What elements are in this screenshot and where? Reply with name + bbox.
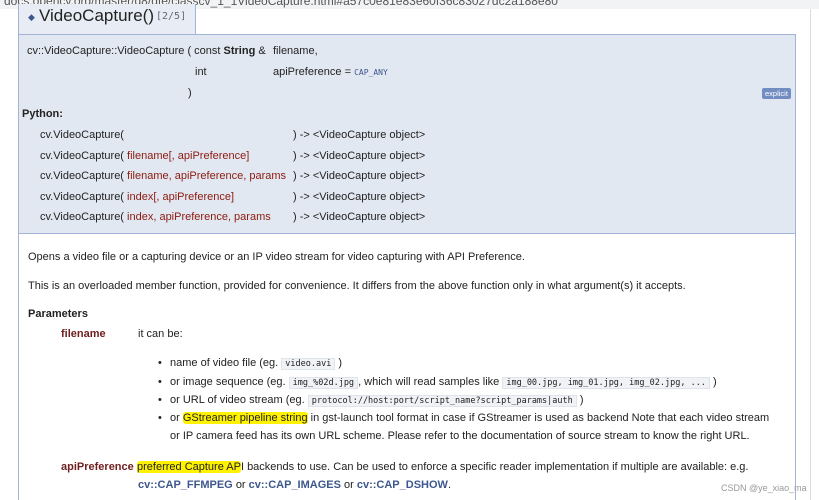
backend-examples: cv::CAP_FFMPEG or cv::CAP_IMAGES or cv::…: [138, 479, 451, 491]
close-paren: ): [188, 87, 192, 99]
bullet-icon: •: [158, 376, 162, 388]
param-name-apipreference: apiPreference: [61, 461, 134, 473]
equals-sign: =: [344, 66, 351, 78]
python-call: cv.VideoCapture(: [40, 129, 124, 141]
member-heading-tab: ◆ VideoCapture() [2/5]: [18, 4, 196, 34]
param-apipreference-proto: apiPreference = CAP_ANY: [273, 66, 388, 78]
cap-dshow-link[interactable]: cv::CAP_DSHOW: [357, 479, 448, 491]
anchor-diamond-icon[interactable]: ◆: [28, 12, 35, 23]
page-edge-divider: [810, 9, 811, 500]
explicit-badge: explicit: [762, 88, 791, 99]
code-snippet: video.avi: [281, 358, 336, 370]
overload-index: [2/5]: [156, 11, 187, 22]
cap-any-link[interactable]: CAP_ANY: [354, 68, 388, 77]
overload-note-paragraph: This is an overloaded member function, p…: [28, 280, 686, 292]
bullet-icon: •: [158, 412, 162, 424]
highlighted-text: GStreamer pipeline string: [182, 412, 308, 424]
open-paren: (: [187, 45, 192, 57]
bullet-icon: •: [158, 394, 162, 406]
member-title: VideoCapture(): [39, 6, 154, 25]
csdn-watermark: CSDN @ye_xiao_ma: [721, 483, 807, 493]
ctor-name: cv::VideoCapture::VideoCapture: [27, 45, 185, 57]
int-type: int: [195, 66, 207, 78]
cap-ffmpeg-link[interactable]: cv::CAP_FFMPEG: [138, 479, 233, 491]
python-call: cv.VideoCapture( filename, apiPreference…: [40, 170, 287, 182]
python-return: ) -> <VideoCapture object>: [293, 211, 426, 223]
list-item: • or image sequence (eg. img_%02d.jpg, wh…: [158, 376, 717, 389]
param-desc-filename: it can be:: [138, 328, 183, 340]
string-type-link[interactable]: String: [224, 45, 256, 57]
list-item: • name of video file (eg. video.avi ): [158, 357, 343, 370]
python-call: cv.VideoCapture( index, apiPreference, p…: [40, 211, 271, 223]
python-label: Python:: [22, 108, 63, 120]
code-snippet: img_00.jpg, img_01.jpg, img_02.jpg, ...: [502, 377, 710, 389]
python-return: ) -> <VideoCapture object>: [293, 170, 426, 182]
list-item: • or URL of video stream (eg. protocol://…: [158, 394, 584, 407]
cpp-signature-line1: cv::VideoCapture::VideoCapture ( const S…: [27, 45, 266, 57]
description-paragraph: Opens a video file or a capturing device…: [28, 251, 525, 263]
param-name-filename: filename: [61, 328, 106, 340]
code-snippet: protocol://host:port/script_name?script_…: [307, 395, 577, 407]
parameters-heading: Parameters: [28, 308, 88, 320]
bullet-icon: •: [158, 357, 162, 369]
param-desc-apipreference: preferred Capture API backends to use. C…: [137, 461, 749, 473]
ref-symbol: &: [258, 45, 266, 57]
param-filename-proto: filename,: [273, 45, 318, 57]
list-item: • or GStreamer pipeline string in gst-lau…: [158, 412, 770, 424]
python-return: ) -> <VideoCapture object>: [293, 150, 426, 162]
highlighted-text: preferred Capture AP: [137, 461, 241, 473]
apipreference-name: apiPreference: [273, 66, 342, 78]
const-qualifier: const: [194, 45, 221, 57]
python-call: cv.VideoCapture( filename[, apiPreferenc…: [40, 150, 250, 162]
code-snippet: img_%02d.jpg: [288, 377, 359, 389]
python-return: ) -> <VideoCapture object>: [293, 129, 426, 141]
list-item-continuation: or IP camera feed has its own URL scheme…: [170, 430, 750, 442]
python-call: cv.VideoCapture( index[, apiPreference]: [40, 191, 235, 203]
cap-images-link[interactable]: cv::CAP_IMAGES: [249, 479, 341, 491]
python-return: ) -> <VideoCapture object>: [293, 191, 426, 203]
